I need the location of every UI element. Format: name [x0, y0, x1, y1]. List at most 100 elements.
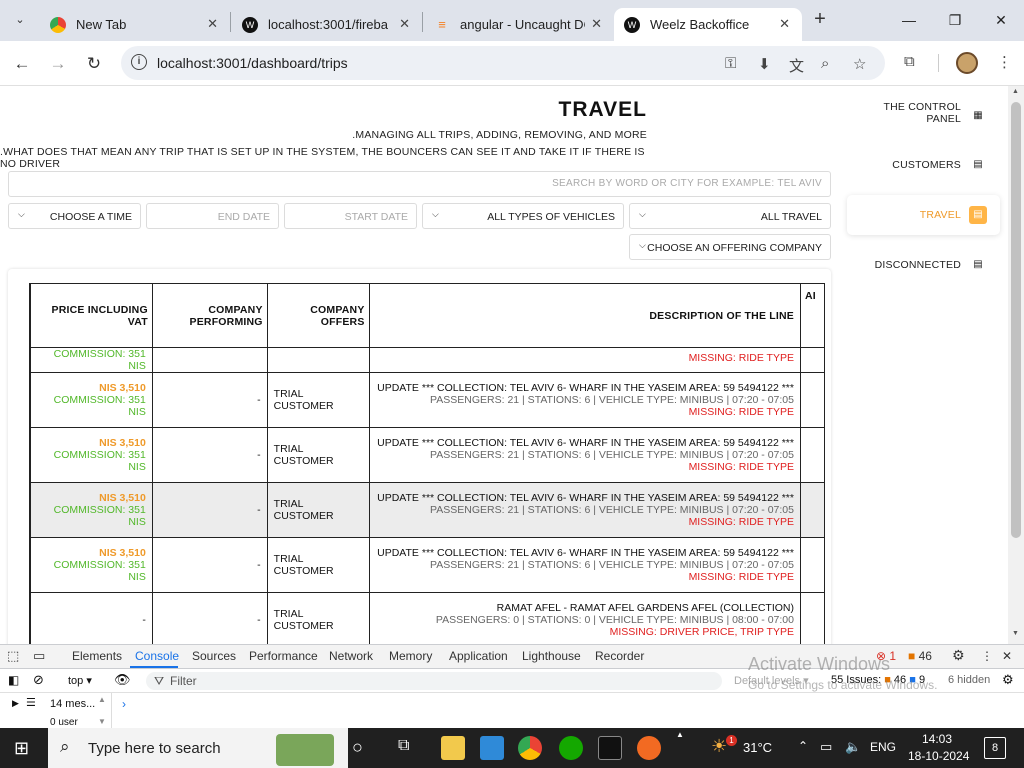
url-text[interactable]: localhost:3001/dashboard/trips	[157, 55, 348, 71]
reload-icon[interactable]: ↻	[81, 51, 107, 77]
devtools-tab-performance[interactable]: Performance	[249, 649, 318, 663]
table-row[interactable]: NIS 3,510 COMMISSION: 351 NIS - TRIAL CUSTO…	[30, 427, 825, 483]
sidebar-item-control-panel[interactable]: THE CONTROL PANEL ▦	[847, 96, 1000, 136]
close-icon[interactable]: ✕	[779, 16, 790, 32]
network-icon[interactable]: ▭	[820, 739, 832, 755]
browser-toolbar: ← → ↻ i localhost:3001/dashboard/trips ⚿…	[0, 41, 1024, 86]
taskbar-search-box[interactable]: ⌕ Type here to search	[48, 728, 348, 768]
end-date-field[interactable]: END DATE	[146, 203, 279, 229]
device-toolbar-icon[interactable]: ▭	[33, 648, 45, 664]
expand-arrow-icon[interactable]: ▶	[12, 698, 19, 709]
offering-company-select[interactable]: ⌵ CHOOSE AN OFFERING COMPANY	[629, 234, 831, 260]
search-input[interactable]: SEARCH BY WORD OR CITY FOR EXAMPLE: TEL …	[8, 171, 831, 197]
install-app-icon[interactable]: ⬇	[758, 55, 771, 73]
terminal-icon[interactable]	[598, 736, 622, 760]
context-select[interactable]: top ▾	[68, 674, 92, 687]
extensions-icon[interactable]: ⧉	[904, 53, 915, 70]
devtools-tab-network[interactable]: Network	[329, 649, 373, 663]
vehicle-type-select[interactable]: ⌵ ALL TYPES OF VEHICLES	[422, 203, 624, 229]
user-messages[interactable]: 0 user	[50, 717, 78, 727]
tab-new-tab[interactable]: New Tab ✕	[40, 8, 230, 41]
scroll-up-icon[interactable]: ▲	[1012, 88, 1019, 95]
table-row-partial[interactable]: COMMISSION: 351 NIS MISSING: RIDE TYPE	[30, 347, 825, 373]
clock-time[interactable]: 14:03	[922, 732, 952, 746]
temperature[interactable]: 31°C	[743, 740, 772, 755]
trips-table-scroll[interactable]: PRICE INCLUDING VAT COMPANY PERFORMING C…	[29, 283, 825, 644]
devtools-menu-icon[interactable]: ⋮	[981, 649, 993, 663]
weather-icon[interactable]: ☀	[711, 736, 727, 757]
windows-start-icon[interactable]: ⊞	[14, 738, 29, 759]
sidebar-item-customers[interactable]: CUSTOMERS ▤	[847, 145, 1000, 185]
file-explorer-icon[interactable]	[441, 736, 465, 760]
page-scrollbar[interactable]: ▲ ▼	[1008, 86, 1024, 644]
translate-icon[interactable]: 文	[789, 55, 804, 76]
close-icon[interactable]: ✕	[399, 16, 410, 32]
line-title: UPDATE *** COLLECTION: TEL AVIV 6- WHARF…	[377, 382, 794, 394]
task-view-icon[interactable]: ⧉	[398, 737, 409, 755]
vscode-icon[interactable]	[480, 736, 504, 760]
profile-avatar[interactable]	[956, 52, 978, 74]
cortana-icon[interactable]: ○	[352, 737, 363, 758]
postman-icon[interactable]	[637, 736, 661, 760]
table-row[interactable]: NIS 3,510 COMMISSION: 351 NIS - TRIAL CUSTO…	[30, 482, 825, 538]
devtools-tab-application[interactable]: Application	[449, 649, 508, 663]
tray-expand-icon[interactable]: ▲	[676, 730, 684, 739]
back-icon[interactable]: ←	[9, 51, 35, 77]
messages-count[interactable]: 14 mes...	[50, 698, 95, 710]
notification-center-icon[interactable]: 8	[984, 737, 1006, 759]
tab-weelz-backoffice[interactable]: W Weelz Backoffice ✕	[614, 8, 802, 41]
tab-search-button[interactable]: ⌄	[8, 8, 32, 32]
site-info-icon[interactable]: i	[131, 54, 147, 70]
devtools-tab-elements[interactable]: Elements	[72, 649, 122, 663]
sidebar-item-disconnected[interactable]: DISCONNECTED ▤	[847, 245, 1000, 285]
restore-button[interactable]: ❐	[940, 8, 970, 32]
line-details: PASSENGERS: 21 | STATIONS: 6 | VEHICLE T…	[430, 559, 794, 571]
table-row[interactable]: NIS 3,510 COMMISSION: 351 NIS - TRIAL CUSTO…	[30, 372, 825, 428]
minimize-button[interactable]: —	[894, 8, 924, 32]
scroll-down-icon[interactable]: ▼	[98, 717, 106, 726]
clock-date[interactable]: 18-10-2024	[908, 749, 969, 763]
warning-count-icon[interactable]: ■ 46	[908, 649, 932, 663]
time-select[interactable]: ⌵ CHOOSE A TIME	[8, 203, 141, 229]
devtools-tab-console[interactable]: Console	[135, 649, 179, 663]
devtools-tab-recorder[interactable]: Recorder	[595, 649, 644, 663]
new-tab-button[interactable]: +	[808, 8, 832, 32]
tab-angular-stackoverflow[interactable]: ≡ angular - Uncaught DO ✕	[424, 8, 614, 41]
table-row[interactable]: - - TRIAL CUSTOMER RAMAT AFEL - RAMAT AFEL …	[30, 592, 825, 644]
devtools-tab-sources[interactable]: Sources	[192, 649, 236, 663]
close-icon[interactable]: ✕	[207, 16, 218, 32]
tab-localhost-firebase[interactable]: W localhost:3001/firebase ✕	[232, 8, 422, 41]
bookmark-star-icon[interactable]: ☆	[853, 55, 866, 73]
chrome-taskbar-icon[interactable]	[518, 736, 542, 760]
devtools-tab-lighthouse[interactable]: Lighthouse	[522, 649, 581, 663]
volume-icon[interactable]: 🔈	[845, 739, 861, 755]
sidebar-item-travel[interactable]: TRAVEL ▤	[847, 195, 1000, 235]
address-bar[interactable]: i localhost:3001/dashboard/trips ⚿ ⬇ 文 ⌕…	[121, 46, 885, 80]
live-expression-eye-icon[interactable]: 👁	[114, 672, 131, 688]
scroll-up-icon[interactable]: ▲	[98, 695, 106, 704]
password-key-icon[interactable]: ⚿	[725, 55, 736, 72]
devtools-close-icon[interactable]: ✕	[1002, 649, 1012, 663]
console-prompt[interactable]: ›	[122, 697, 126, 711]
devtools-tab-memory[interactable]: Memory	[389, 649, 432, 663]
weelz-icon: W	[242, 16, 258, 33]
forward-icon[interactable]: →	[45, 51, 71, 77]
sidebar-toggle-icon[interactable]: ◧	[8, 673, 19, 687]
console-filter-input[interactable]: ⛛ Filter	[146, 672, 722, 690]
scroll-down-icon[interactable]: ▼	[1012, 630, 1019, 637]
close-window-button[interactable]: ✕	[986, 8, 1016, 32]
start-date-field[interactable]: START DATE	[284, 203, 417, 229]
show-hidden-icons[interactable]: ⌃	[798, 739, 808, 753]
table-row[interactable]: NIS 3,510 COMMISSION: 351 NIS - TRIAL CUSTO…	[30, 537, 825, 593]
clear-console-icon[interactable]: ⊘	[33, 672, 44, 688]
close-icon[interactable]: ✕	[591, 16, 602, 32]
zoom-icon[interactable]: ⌕	[821, 55, 829, 72]
menu-kebab-icon[interactable]: ⋮	[997, 53, 1012, 71]
settings-gear-icon[interactable]: ⚙	[952, 647, 965, 664]
inspect-element-icon[interactable]: ⬚	[7, 648, 19, 664]
console-settings-icon[interactable]: ⚙	[1002, 672, 1014, 688]
language-indicator[interactable]: ENG	[870, 740, 896, 754]
scrollbar-thumb[interactable]	[1011, 102, 1021, 538]
travel-select[interactable]: ⌵ ALL TRAVEL	[629, 203, 831, 229]
upwork-icon[interactable]	[559, 736, 583, 760]
